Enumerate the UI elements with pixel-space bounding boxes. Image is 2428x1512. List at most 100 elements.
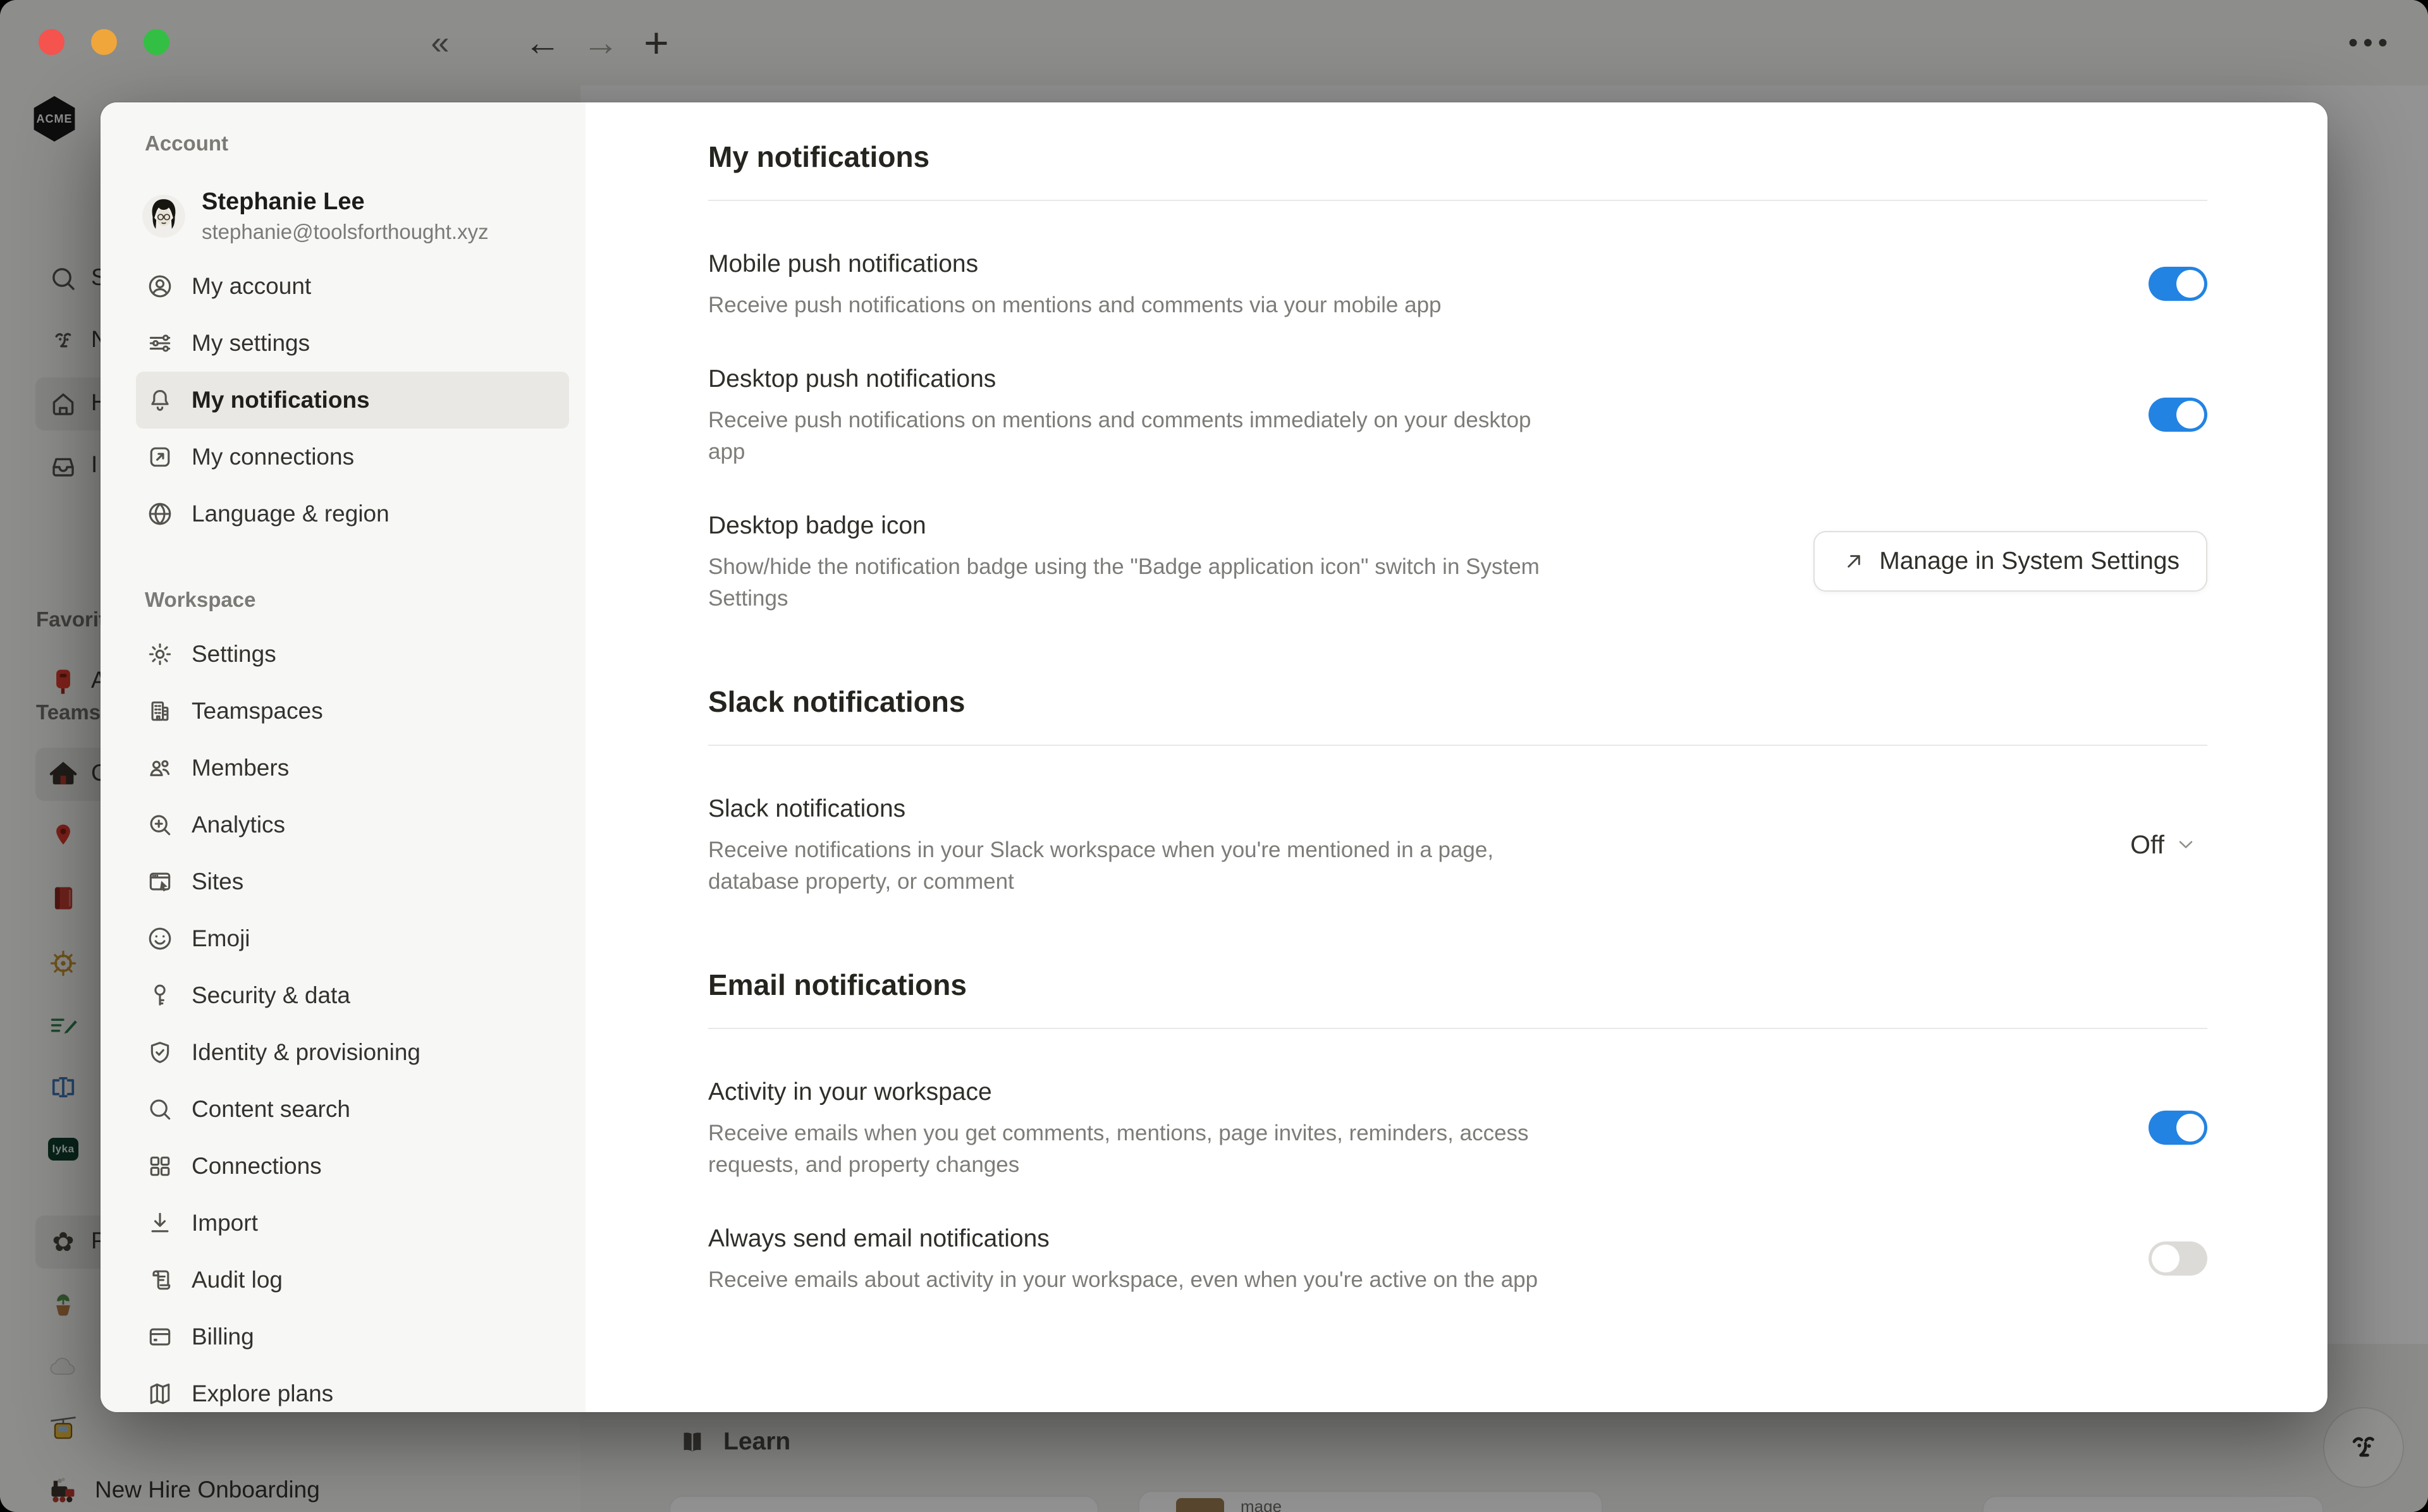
building-icon [146, 697, 174, 725]
workspace-nav: Settings Teamspaces Members Analytics Sites E… [136, 626, 569, 1412]
setting-description: Receive notifications in your Slack work… [708, 834, 1568, 898]
notion-window: « ← → + ••• SNHIFavoritesATeamspacesClyk… [0, 0, 2428, 1512]
nav-item-label: My notifications [192, 387, 370, 413]
nav-item-label: Identity & provisioning [192, 1039, 420, 1066]
setting-row-desktop-push-notifications: Desktop push notifications Receive push n… [708, 362, 2207, 468]
slack-notifications-dropdown[interactable]: Off [2130, 830, 2207, 860]
section-heading: Slack notifications [708, 684, 2207, 719]
mobile-push-notifications-toggle[interactable] [2149, 267, 2207, 301]
section-email-notifications: Email notifications Activity in your work… [708, 967, 2207, 1296]
settings-nav-my-notifications[interactable]: My notifications [136, 372, 569, 429]
settings-nav-content-search[interactable]: Content search [136, 1081, 569, 1138]
learn-card: mage [1138, 1491, 1603, 1512]
nav-item-label: Settings [192, 641, 276, 668]
section-heading: Email notifications [708, 967, 2207, 1003]
settings-nav-identity-provisioning[interactable]: Identity & provisioning [136, 1024, 569, 1081]
nav-item-label: Billing [192, 1324, 254, 1350]
setting-description: Receive emails when you get comments, me… [708, 1118, 1568, 1181]
settings-nav-analytics[interactable]: Analytics [136, 796, 569, 853]
workspace-section-label: Workspace [145, 588, 569, 612]
key-icon [146, 982, 174, 1009]
settings-nav-my-settings[interactable]: My settings [136, 315, 569, 372]
always-send-email-notifications-toggle[interactable] [2149, 1241, 2207, 1276]
settings-nav-security-data[interactable]: Security & data [136, 967, 569, 1024]
card-icon [146, 1323, 174, 1351]
grid-icon [146, 1152, 174, 1180]
window-titlebar: « ← → + ••• [0, 0, 2428, 85]
user-name: Stephanie Lee [202, 187, 489, 216]
chevron-down-icon [2174, 833, 2197, 856]
nav-item-label: Teamspaces [192, 698, 323, 724]
inbox-icon [48, 451, 78, 481]
settings-nav-sites[interactable]: Sites [136, 853, 569, 910]
desktop-push-notifications-toggle[interactable] [2149, 398, 2207, 432]
sidebar-item-label: New Hire Onboarding [95, 1477, 320, 1503]
section-slack-notifications: Slack notificationsSlack notificationsRe… [708, 684, 2207, 898]
settings-nav-settings[interactable]: Settings [136, 626, 569, 683]
setting-row-activity-in-your-workspace: Activity in your workspaceReceive emails… [708, 1075, 2207, 1181]
traffic-lights [39, 29, 169, 55]
account-nav: My account My settings My notifications My … [136, 258, 569, 542]
more-options-icon: ••• [2317, 0, 2424, 85]
section-my-notifications: My notificationsMobile push notification… [708, 139, 2207, 614]
nav-item-label: Language & region [192, 501, 389, 527]
nav-item-label: Import [192, 1210, 258, 1236]
brackets-emoji [48, 1072, 78, 1102]
search-icon [48, 264, 78, 294]
cablecar-emoji [48, 1414, 78, 1444]
section-divider [708, 200, 2207, 201]
nav-item-label: Content search [192, 1096, 350, 1123]
arrow-out-icon [146, 443, 174, 471]
settings-nav-import[interactable]: Import [136, 1195, 569, 1252]
nav-item-label: Members [192, 755, 289, 781]
house-emoji [48, 759, 78, 790]
learn-label: Learn [723, 1428, 790, 1456]
settings-nav-language-region[interactable]: Language & region [136, 485, 569, 542]
nav-item-label: Sites [192, 869, 243, 895]
nav-item-label: My account [192, 273, 311, 300]
settings-nav-emoji[interactable]: Emoji [136, 910, 569, 967]
book-icon [678, 1427, 707, 1456]
sites-icon [146, 868, 174, 896]
user-email: stephanie@toolsforthought.xyz [202, 219, 489, 245]
notion-ai-icon [2343, 1427, 2384, 1468]
setting-description: Show/hide the notification badge using t… [708, 551, 1568, 614]
settings-nav-billing[interactable]: Billing [136, 1308, 569, 1365]
pin-emoji [48, 821, 78, 851]
nav-item-label: My settings [192, 330, 310, 357]
avatar [142, 195, 185, 238]
close-button[interactable] [39, 29, 64, 55]
setting-title: Desktop badge icon [708, 508, 1568, 544]
settings-nav-my-account[interactable]: My account [136, 258, 569, 315]
sidebar-item-new-hire-onboarding: New Hire Onboarding [0, 1460, 580, 1512]
maximize-button[interactable] [144, 29, 169, 55]
user-profile: Stephanie Lee stephanie@toolsforthought.… [142, 187, 569, 245]
settings-nav-members[interactable]: Members [136, 740, 569, 796]
new-tab-icon: + [634, 0, 679, 85]
setting-title: Desktop push notifications [708, 362, 1568, 397]
nav-item-label: My connections [192, 444, 354, 470]
nav-item-label: Audit log [192, 1267, 283, 1293]
manage-in-system-settings-button[interactable]: Manage in System Settings [1813, 531, 2207, 592]
settings-nav-my-connections[interactable]: My connections [136, 429, 569, 485]
button-label: Manage in System Settings [1879, 547, 2180, 575]
settings-nav-connections[interactable]: Connections [136, 1138, 569, 1195]
sidebar-item-label-fragment: I [91, 451, 97, 478]
dropdown-value: Off [2130, 830, 2164, 860]
import-icon [146, 1209, 174, 1237]
minimize-button[interactable] [91, 29, 117, 55]
card-thumbnail [1176, 1498, 1224, 1512]
members-icon [146, 754, 174, 782]
settings-nav-teamspaces[interactable]: Teamspaces [136, 683, 569, 740]
cloud-emoji [48, 1352, 78, 1382]
nav-item-label: Explore plans [192, 1381, 333, 1407]
map-icon [146, 1380, 174, 1408]
back-icon: ← [520, 0, 565, 85]
settings-nav-audit-log[interactable]: Audit log [136, 1252, 569, 1308]
learn-card [1982, 1496, 2324, 1512]
settings-nav-explore-plans[interactable]: Explore plans [136, 1365, 569, 1412]
activity-in-your-workspace-toggle[interactable] [2149, 1111, 2207, 1145]
setting-description: Receive push notifications on mentions a… [708, 405, 1568, 468]
search-icon [146, 1095, 174, 1123]
notion-ai-icon [48, 326, 78, 356]
